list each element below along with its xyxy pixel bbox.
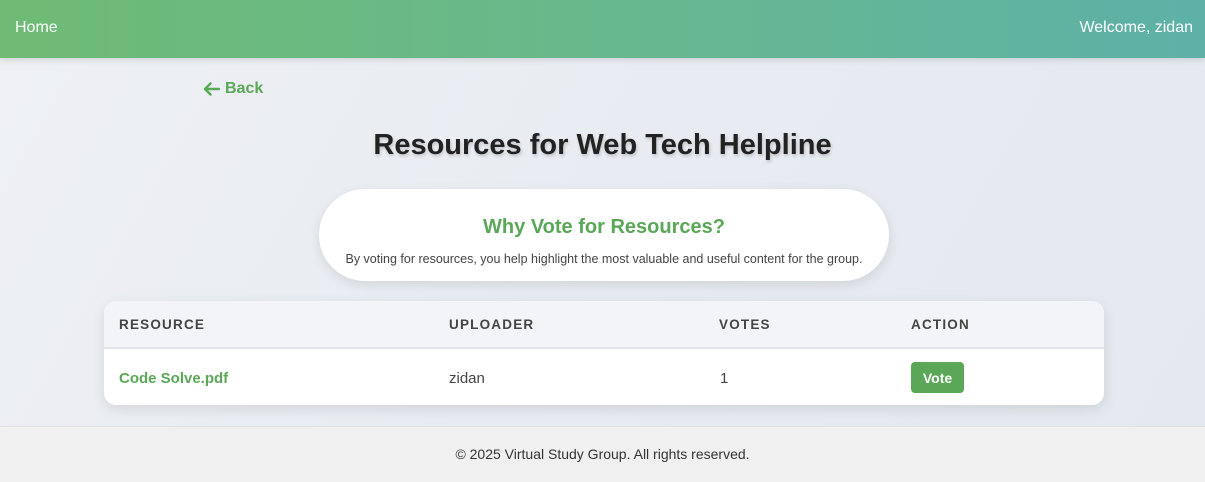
table-header: RESOURCE UPLOADER VOTES ACTION [104, 301, 1104, 349]
resource-link[interactable]: Code Solve.pdf [119, 370, 228, 387]
page-title: Resources for Web Tech Helpline [373, 129, 832, 161]
info-card-title: Why Vote for Resources? [483, 216, 725, 238]
table-row: Code Solve.pdf zidan 1 Vote [104, 351, 1104, 405]
resources-table: RESOURCE UPLOADER VOTES ACTION Code Solv… [104, 301, 1104, 405]
column-header-uploader: UPLOADER [449, 317, 535, 332]
back-link[interactable]: Back [203, 80, 263, 98]
info-card: Why Vote for Resources? By voting for re… [319, 189, 889, 281]
arrow-left-icon [203, 82, 220, 96]
vote-button[interactable]: Vote [911, 362, 964, 393]
column-header-resource: RESOURCE [119, 317, 206, 332]
nav-home-link[interactable]: Home [15, 19, 58, 37]
votes-cell: 1 [720, 370, 729, 387]
uploader-cell: zidan [449, 370, 485, 387]
welcome-text: Welcome, zidan [1079, 19, 1193, 36]
footer-copyright: © 2025 Virtual Study Group. All rights r… [455, 446, 750, 462]
column-header-votes: VOTES [719, 317, 771, 332]
info-card-text: By voting for resources, you help highli… [345, 252, 863, 266]
top-navbar: Home Welcome, zidan [0, 0, 1205, 58]
column-header-action: ACTION [911, 317, 970, 332]
back-label: Back [225, 80, 264, 97]
footer: © 2025 Virtual Study Group. All rights r… [0, 426, 1205, 482]
